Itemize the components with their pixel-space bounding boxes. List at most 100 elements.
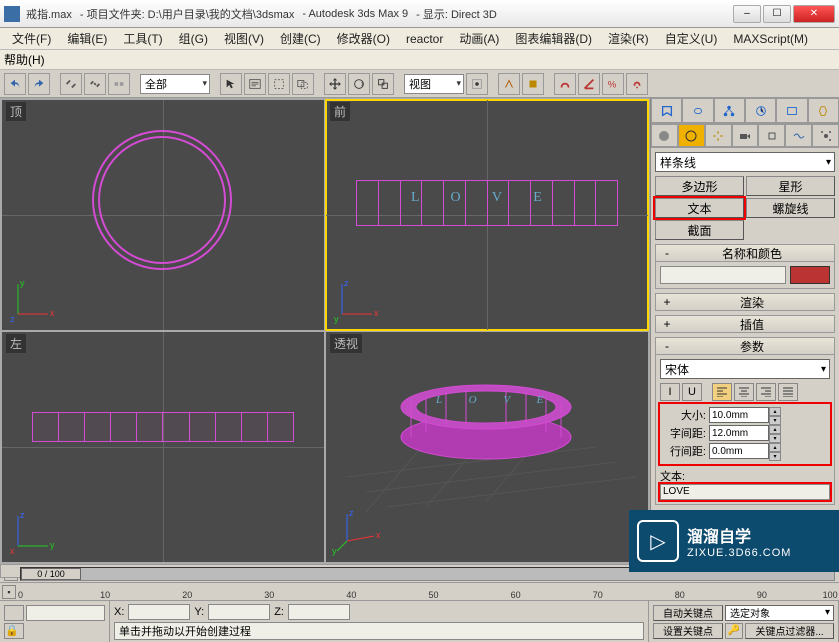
subtab-geometry[interactable] [651,124,678,147]
object-name-input[interactable] [660,266,786,284]
time-thumb[interactable]: 0 / 100 [21,568,81,580]
tab-create[interactable] [651,98,682,123]
align-right-button[interactable] [756,383,776,401]
leading-spinner[interactable]: ▴▾ [769,443,781,459]
keymode-dropdown[interactable]: 选定对象 [725,605,834,621]
menu-customize[interactable]: 自定义(U) [657,28,726,49]
window-crossing-button[interactable] [292,73,314,95]
menu-rendering[interactable]: 渲染(R) [600,28,657,49]
viewport-left[interactable]: 左 z y x [2,332,324,562]
kerning-input[interactable]: 12.0mm [709,425,769,441]
kerning-spinner[interactable]: ▴▾ [769,425,781,441]
menu-file[interactable]: 文件(F) [4,28,59,49]
align-left-button[interactable] [712,383,732,401]
redo-button[interactable] [28,73,50,95]
menu-maxscript[interactable]: MAXScript(M) [725,30,816,48]
tab-display[interactable] [776,98,807,123]
title-app: - Autodesk 3ds Max 9 [302,8,408,20]
script-listener-button[interactable] [4,605,24,621]
leading-input[interactable]: 0.0mm [709,443,769,459]
snap-toggle[interactable] [554,73,576,95]
lock-button[interactable]: 🔒 [4,623,24,639]
keymode-button[interactable] [522,73,544,95]
viewport-top[interactable]: 顶 y x z [2,100,324,330]
autokey-button[interactable]: 自动关键点 [653,605,723,621]
subtab-shapes[interactable] [678,124,705,147]
menu-create[interactable]: 创建(C) [272,28,329,49]
link-button[interactable] [60,73,82,95]
pivot-button[interactable] [466,73,488,95]
love-text-front: L O V E [411,190,556,206]
setkey-button[interactable]: 设置关键点 [653,623,723,639]
menu-edit[interactable]: 编辑(E) [59,28,115,49]
btn-text[interactable]: 文本 [655,198,744,218]
shape-category-dropdown[interactable]: 样条线 [655,152,835,172]
close-button[interactable]: ✕ [793,5,835,23]
keyfilter-button[interactable]: 关键点过滤器... [745,623,834,639]
x-input[interactable] [128,604,190,620]
tab-modify[interactable] [682,98,713,123]
y-input[interactable] [208,604,270,620]
rotate-button[interactable] [348,73,370,95]
trackbar[interactable]: ▪ 0 10 20 30 40 50 60 70 80 90 100 [0,582,839,600]
menu-modifiers[interactable]: 修改器(O) [329,28,398,49]
select-by-name-button[interactable] [244,73,266,95]
menu-views[interactable]: 视图(V) [216,28,272,49]
unlink-button[interactable] [84,73,106,95]
command-panel: 样条线 多边形 星形 文本 螺旋线 截面 - 名称和颜色 + 渲染 + 插值 -… [650,98,839,564]
bind-button[interactable] [108,73,130,95]
scale-button[interactable] [372,73,394,95]
tab-hierarchy[interactable] [714,98,745,123]
app-icon [4,6,20,22]
color-swatch[interactable] [790,266,830,284]
menu-animation[interactable]: 动画(A) [451,28,507,49]
trackbar-toggle[interactable]: ▪ [2,585,16,599]
text-input[interactable]: LOVE [660,484,830,500]
viewport-front[interactable]: 前 L O V E z x y [326,100,648,330]
btn-section[interactable]: 截面 [655,220,744,240]
rollout-render-head[interactable]: + 渲染 [655,293,835,311]
italic-button[interactable]: I [660,383,680,401]
select-region-button[interactable] [268,73,290,95]
undo-button[interactable] [4,73,26,95]
menu-help[interactable]: 帮助(H) [4,51,45,68]
menu-group[interactable]: 组(G) [171,28,216,49]
subtab-helpers[interactable] [758,124,785,147]
angle-snap-toggle[interactable] [578,73,600,95]
select-button[interactable] [220,73,242,95]
viewport-perspective[interactable]: 透视 L O V E z x y [326,332,648,562]
tab-motion[interactable] [745,98,776,123]
btn-helix[interactable]: 螺旋线 [746,198,835,218]
subtab-lights[interactable] [705,124,732,147]
minimize-button[interactable]: – [733,5,761,23]
btn-polygon[interactable]: 多边形 [655,176,744,196]
rollout-name-head[interactable]: - 名称和颜色 [655,244,835,262]
manipulate-button[interactable] [498,73,520,95]
menu-graph[interactable]: 图表编辑器(D) [507,28,600,49]
btn-star[interactable]: 星形 [746,176,835,196]
menu-reactor[interactable]: reactor [398,30,451,48]
menu-tools[interactable]: 工具(T) [115,28,170,49]
key-icon[interactable]: 🔑 [725,623,743,639]
spinner-snap-toggle[interactable] [626,73,648,95]
rollout-interp-head[interactable]: + 插值 [655,315,835,333]
z-input[interactable] [288,604,350,620]
size-input[interactable]: 10.0mm [709,407,769,423]
subtab-cameras[interactable] [732,124,759,147]
align-justify-button[interactable] [778,383,798,401]
move-button[interactable] [324,73,346,95]
align-center-button[interactable] [734,383,754,401]
subtab-systems[interactable] [812,124,839,147]
rollout-params-head[interactable]: - 参数 [655,337,835,355]
subtab-spacewarps[interactable] [785,124,812,147]
font-dropdown[interactable]: 宋体 [660,359,830,379]
tab-utilities[interactable] [808,98,839,123]
maximize-button[interactable]: ☐ [763,5,791,23]
selection-filter-dropdown[interactable]: 全部 [140,74,210,94]
ref-coord-dropdown[interactable]: 视图 [404,74,464,94]
size-spinner[interactable]: ▴▾ [769,407,781,423]
love-text-persp: L O V E [436,394,555,406]
underline-button[interactable]: U [682,383,702,401]
percent-snap-toggle[interactable]: % [602,73,624,95]
script-mini-input[interactable] [26,605,105,621]
